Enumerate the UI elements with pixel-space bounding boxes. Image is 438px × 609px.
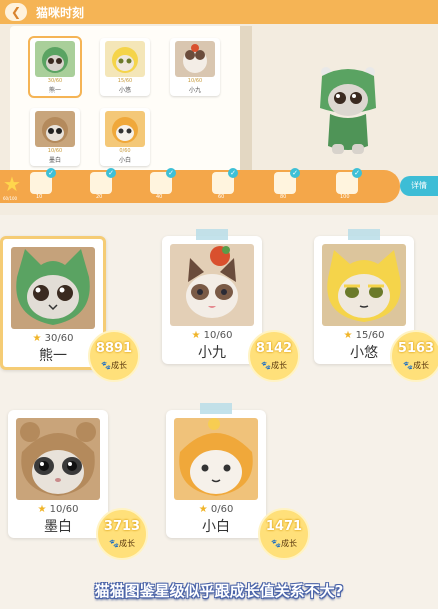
reward-item[interactable]: ✓	[274, 168, 300, 194]
cat-album: 30/60 熊一 15/60 小悠 10/60 小九 10/60 墨白 0/60…	[10, 26, 248, 176]
star-rating: ★ 10/60	[8, 504, 108, 515]
game-title: 猫咪时刻	[36, 6, 85, 20]
album-card-xiaoyou[interactable]: 15/60 小悠	[100, 38, 150, 96]
title-bar: ❮ 猫咪时刻	[0, 0, 438, 24]
tape	[200, 403, 232, 414]
growth-value: 8891	[95, 341, 133, 356]
detail-button[interactable]: 详情	[400, 176, 438, 196]
growth-value: 3713	[103, 519, 141, 534]
album-stars: 0/60	[119, 148, 131, 154]
album-stars: 30/60	[47, 78, 63, 84]
rating-value: 15/60	[355, 330, 385, 341]
reward-item[interactable]: ✓	[212, 168, 238, 194]
growth-label: 🐾成长	[403, 361, 429, 370]
rating-value: 10/60	[49, 504, 79, 515]
growth-label: 🐾成长	[101, 361, 127, 370]
album-stars: 15/60	[117, 78, 133, 84]
cat-photo	[16, 418, 100, 500]
album-card-xiongyi[interactable]: 30/60 熊一	[28, 36, 82, 98]
cat-photo	[174, 418, 258, 500]
album-name: 小九	[188, 87, 201, 94]
caption: 猫猫图鉴星级似乎跟成长值关系不大?	[94, 582, 344, 600]
achievement-strip: ★ 60/100 ✓ 10 ✓ 20 ✓ 40 ✓ 60 ✓ 80 ✓ 100	[0, 168, 400, 203]
growth-badge: 1471 🐾成长	[258, 508, 310, 560]
growth-label: 🐾成长	[271, 539, 297, 548]
growth-badge: 8891 🐾成长	[88, 330, 140, 382]
chevron-left-icon[interactable]: ❮	[5, 3, 27, 21]
cat-thumbnail	[105, 41, 145, 77]
reward-threshold: 20	[96, 194, 103, 200]
cat-card-xiaobai[interactable]: ★ 0/60 小白	[166, 403, 266, 538]
star-icon: ★	[37, 504, 47, 515]
growth-value: 8142	[255, 341, 293, 356]
reward-threshold: 80	[280, 194, 287, 200]
cat-card-mobai[interactable]: ★ 10/60 墨白	[8, 410, 108, 538]
reward-item[interactable]: ✓	[30, 168, 56, 194]
growth-badge: 3713 🐾成长	[96, 508, 148, 560]
paw-icon: 🐾	[261, 361, 271, 370]
check-icon: ✓	[228, 168, 238, 178]
cat-thumbnail	[105, 111, 145, 147]
album-name: 小悠	[118, 87, 131, 94]
check-icon: ✓	[290, 168, 300, 178]
game-screenshot: ❮ 猫咪时刻 30/60 熊一 15/60 小悠 10/60 小九 10/60 …	[0, 0, 438, 215]
cat-thumbnail	[35, 41, 75, 77]
check-icon: ✓	[106, 168, 116, 178]
reward-threshold: 10	[36, 194, 43, 200]
reward-threshold: 100	[340, 194, 350, 200]
album-card-mobai[interactable]: 10/60 墨白	[30, 108, 80, 166]
star-icon: ★	[3, 172, 21, 196]
strip-count: 60/100	[3, 196, 18, 201]
star-rating: ★ 30/60	[3, 333, 103, 344]
star-icon: ★	[198, 504, 208, 515]
reward-item[interactable]: ✓	[150, 168, 176, 194]
star-rating: ★ 10/60	[162, 330, 262, 341]
album-card-xiaobai[interactable]: 0/60 小白	[100, 108, 150, 166]
reward-item[interactable]: ✓	[336, 168, 362, 194]
cat-model-xiongyi[interactable]	[316, 64, 380, 158]
rating-value: 0/60	[210, 504, 234, 515]
cat-name: 墨白	[44, 519, 72, 535]
paw-icon: 🐾	[403, 361, 413, 370]
check-icon: ✓	[352, 168, 362, 178]
growth-badge: 5163 🐾成长	[390, 330, 438, 382]
cat-thumbnail	[175, 41, 215, 77]
check-icon: ✓	[46, 168, 56, 178]
star-rating: ★ 0/60	[166, 504, 266, 515]
tape	[196, 229, 228, 240]
album-name: 墨白	[48, 157, 61, 164]
growth-label: 🐾成长	[109, 539, 135, 548]
tape	[348, 229, 380, 240]
cat-name: 小白	[202, 519, 230, 535]
check-icon: ✓	[166, 168, 176, 178]
album-stars: 10/60	[187, 78, 203, 84]
album-name: 熊一	[48, 87, 61, 94]
cat-card-xiaojiu[interactable]: ★ 10/60 小九	[162, 229, 262, 364]
growth-label: 🐾成长	[261, 361, 287, 370]
reward-threshold: 60	[218, 194, 225, 200]
cat-thumbnail	[35, 111, 75, 147]
cat-photo	[170, 244, 254, 326]
star-icon: ★	[343, 330, 353, 341]
paw-icon: 🐾	[271, 539, 281, 548]
growth-badge: 8142 🐾成长	[248, 330, 300, 382]
rating-value: 10/60	[203, 330, 233, 341]
paw-icon: 🐾	[109, 539, 119, 548]
rating-value: 30/60	[44, 333, 74, 344]
album-card-xiaojiu[interactable]: 10/60 小九	[170, 38, 220, 96]
growth-value: 5163	[397, 341, 435, 356]
reward-item[interactable]: ✓	[90, 168, 116, 194]
cat-photo	[11, 247, 95, 329]
star-icon: ★	[191, 330, 201, 341]
album-page-edge	[240, 26, 252, 176]
album-name: 小白	[118, 157, 131, 164]
paw-icon: 🐾	[101, 361, 111, 370]
cat-name: 小九	[198, 345, 226, 361]
growth-value: 1471	[265, 519, 303, 534]
star-icon: ★	[32, 333, 42, 344]
reward-threshold: 40	[156, 194, 163, 200]
album-stars: 10/60	[47, 148, 63, 154]
cat-photo	[322, 244, 406, 326]
